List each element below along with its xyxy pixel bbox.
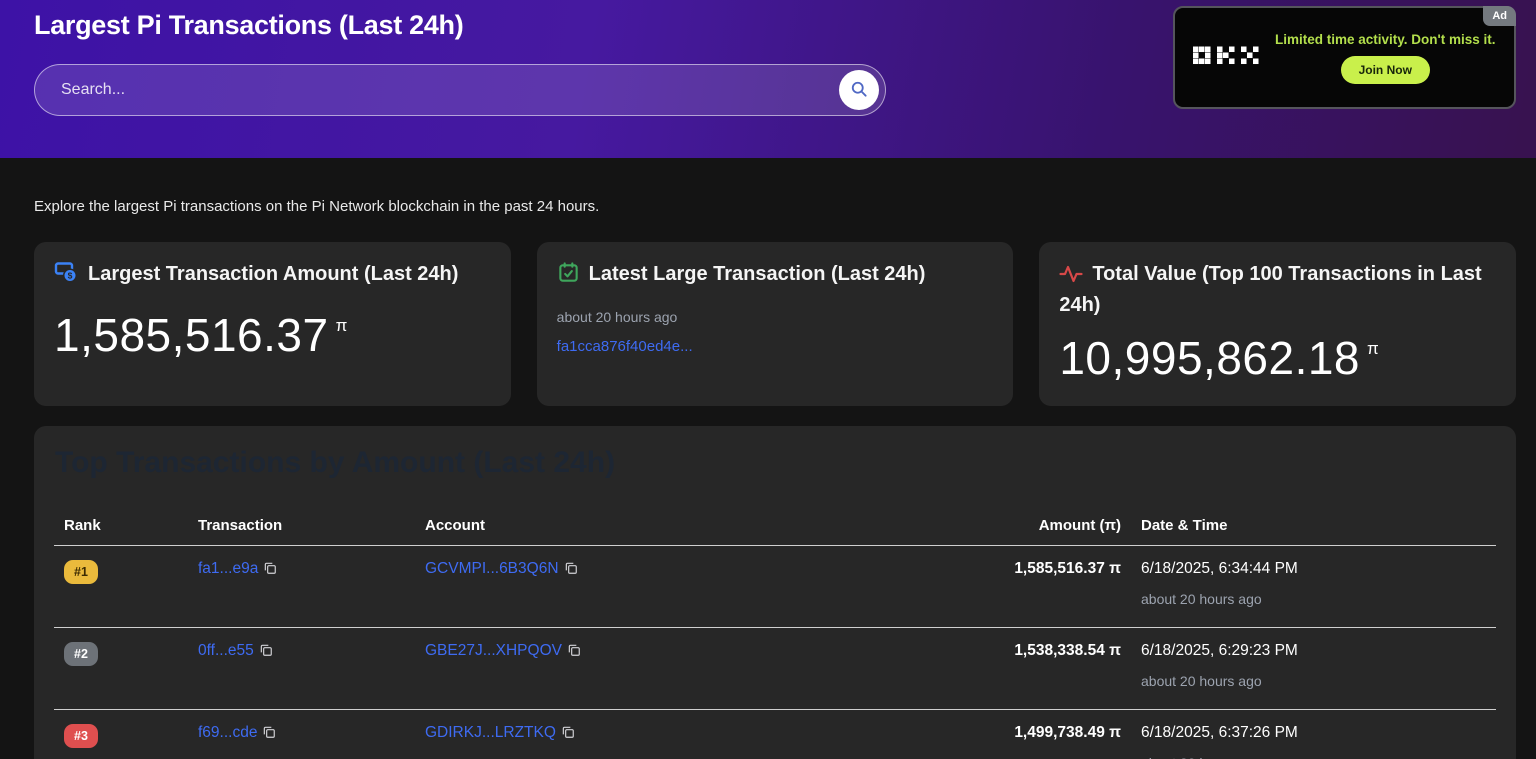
- column-header-amount: Amount (π): [975, 507, 1131, 546]
- largest-amount-value: 1,585,516.37π: [54, 308, 491, 362]
- search-icon: [849, 79, 869, 102]
- rank-badge: #2: [64, 642, 98, 666]
- copy-icon[interactable]: [263, 561, 277, 578]
- transaction-link[interactable]: 0ff...e55: [198, 642, 254, 659]
- account-link[interactable]: GDIRKJ...LRZTKQ: [425, 724, 556, 741]
- time-ago: about 20 hours ago: [1141, 673, 1486, 689]
- svg-text:$: $: [68, 271, 73, 281]
- rank-badge: #3: [64, 724, 98, 748]
- stat-card-title: Latest Large Transaction (Last 24h): [557, 261, 994, 292]
- copy-icon[interactable]: [561, 725, 575, 742]
- account-link[interactable]: GBE27J...XHPQOV: [425, 642, 562, 659]
- transactions-table-card: Top Transactions by Amount (Last 24h) Ra…: [34, 426, 1516, 759]
- datetime-cell: 6/18/2025, 6:29:23 PMabout 20 hours ago: [1131, 628, 1496, 710]
- pi-unit: π: [336, 316, 348, 335]
- time-ago: about 20 hours ago: [1141, 755, 1486, 759]
- banknotes-icon: $: [54, 262, 79, 292]
- time-ago: about 20 hours ago: [1141, 591, 1486, 607]
- copy-icon[interactable]: [564, 561, 578, 578]
- stat-card-total-value: Total Value (Top 100 Transactions in Las…: [1039, 242, 1516, 406]
- okx-logo: [1193, 46, 1259, 70]
- table-title: Top Transactions by Amount (Last 24h): [55, 446, 1496, 480]
- latest-transaction-time: about 20 hours ago: [557, 309, 994, 325]
- rank-badge: #1: [64, 560, 98, 584]
- table-row: #3 f69...cde GDIRKJ...LRZTKQ 1,499,738.4…: [54, 710, 1496, 759]
- transaction-link[interactable]: fa1...e9a: [198, 560, 258, 577]
- datetime-cell: 6/18/2025, 6:37:26 PMabout 20 hours ago: [1131, 710, 1496, 759]
- column-header-account: Account: [415, 507, 975, 546]
- column-header-datetime: Date & Time: [1131, 507, 1496, 546]
- copy-icon[interactable]: [259, 643, 273, 660]
- latest-transaction-link[interactable]: fa1cca876f40ed4e...: [557, 338, 994, 355]
- search-button[interactable]: [839, 70, 879, 110]
- stat-card-largest-amount: $ Largest Transaction Amount (Last 24h) …: [34, 242, 511, 406]
- stat-card-title: $ Largest Transaction Amount (Last 24h): [54, 261, 491, 292]
- amount-value: 1,538,338.54 π: [975, 628, 1131, 710]
- ad-text: Limited time activity. Don't miss it.: [1275, 32, 1496, 47]
- column-header-rank: Rank: [54, 507, 188, 546]
- ad-join-now-button[interactable]: Join Now: [1341, 56, 1430, 84]
- table-row: #2 0ff...e55 GBE27J...XHPQOV 1,538,338.5…: [54, 628, 1496, 710]
- transactions-table: Rank Transaction Account Amount (π) Date…: [54, 507, 1496, 759]
- stats-row: $ Largest Transaction Amount (Last 24h) …: [34, 242, 1516, 406]
- stat-card-title: Total Value (Top 100 Transactions in Las…: [1059, 261, 1496, 319]
- page-header: Largest Pi Transactions (Last 24h) Ad: [0, 0, 1536, 158]
- total-value: 10,995,862.18π: [1059, 331, 1496, 385]
- search-input[interactable]: [35, 81, 839, 99]
- account-link[interactable]: GCVMPI...6B3Q6N: [425, 560, 559, 577]
- search-bar: [34, 64, 886, 116]
- stat-card-latest-transaction: Latest Large Transaction (Last 24h) abou…: [537, 242, 1014, 406]
- ad-banner[interactable]: Ad Limited time activity. Don't miss it.…: [1173, 6, 1516, 109]
- intro-text: Explore the largest Pi transactions on t…: [34, 198, 1516, 215]
- amount-value: 1,499,738.49 π: [975, 710, 1131, 759]
- amount-value: 1,585,516.37 π: [975, 546, 1131, 628]
- datetime-cell: 6/18/2025, 6:34:44 PMabout 20 hours ago: [1131, 546, 1496, 628]
- pi-unit: π: [1367, 339, 1379, 358]
- column-header-transaction: Transaction: [188, 507, 415, 546]
- copy-icon[interactable]: [262, 725, 276, 742]
- transaction-link[interactable]: f69...cde: [198, 724, 257, 741]
- copy-icon[interactable]: [567, 643, 581, 660]
- table-row: #1 fa1...e9a GCVMPI...6B3Q6N 1,585,516.3…: [54, 546, 1496, 628]
- main-content: Explore the largest Pi transactions on t…: [0, 198, 1536, 759]
- ad-label: Ad: [1483, 6, 1516, 26]
- activity-icon: [1059, 264, 1083, 292]
- calendar-check-icon: [557, 261, 580, 292]
